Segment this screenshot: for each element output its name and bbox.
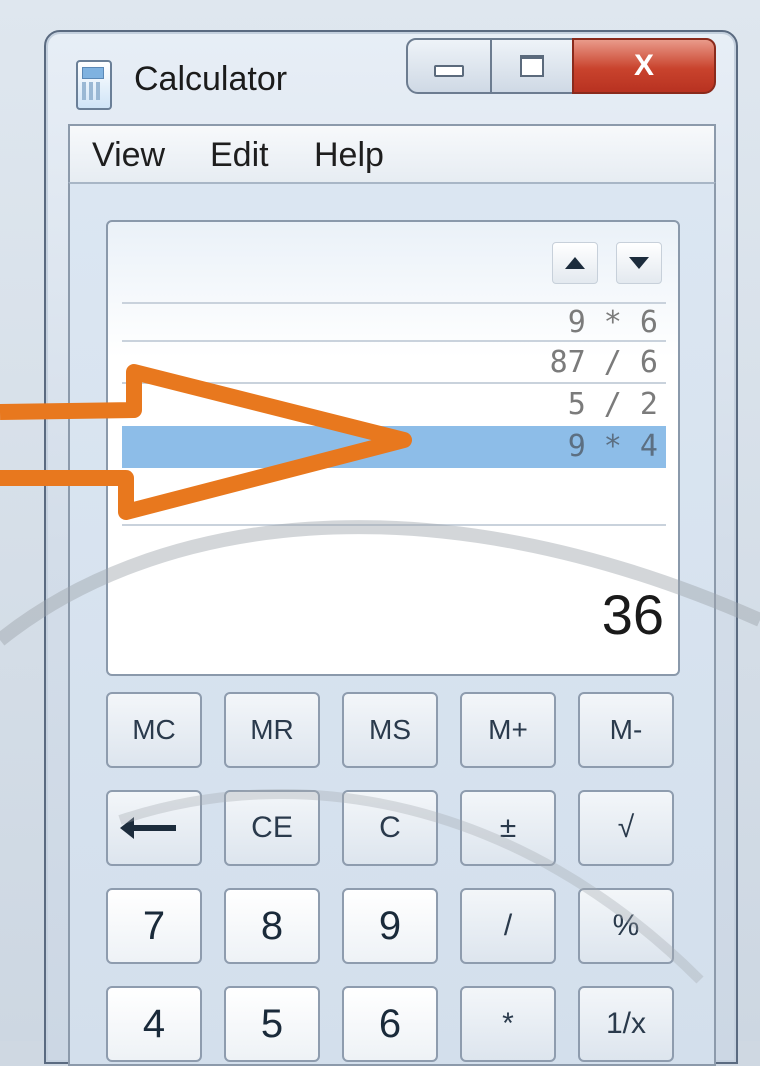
- menu-bar: View Edit Help: [68, 124, 716, 184]
- calculator-body: 9 * 6 87 / 6 5 / 2 9 * 4 36 MC MR MS M+ …: [68, 182, 716, 1066]
- result-value: 36: [601, 583, 664, 646]
- history-divider: [122, 524, 666, 526]
- multiply-button[interactable]: *: [460, 986, 556, 1062]
- reciprocal-button[interactable]: 1/x: [578, 986, 674, 1062]
- c-button[interactable]: C: [342, 790, 438, 866]
- sign-button[interactable]: ±: [460, 790, 556, 866]
- caption-buttons: X: [406, 32, 716, 94]
- menu-help[interactable]: Help: [314, 136, 384, 175]
- display-panel: 9 * 6 87 / 6 5 / 2 9 * 4 36: [106, 220, 680, 676]
- percent-button[interactable]: %: [578, 888, 674, 964]
- m-minus-button[interactable]: M-: [578, 692, 674, 768]
- digit-4-button[interactable]: 4: [106, 986, 202, 1062]
- maximize-button[interactable]: [490, 38, 574, 94]
- history-up-button[interactable]: [552, 242, 598, 284]
- maximize-icon: [520, 55, 544, 77]
- ce-button[interactable]: CE: [224, 790, 320, 866]
- history-row-selected[interactable]: 9 * 4: [122, 426, 666, 468]
- backspace-icon: [120, 817, 176, 839]
- digit-8-button[interactable]: 8: [224, 888, 320, 964]
- history-row[interactable]: 87 / 6: [122, 342, 666, 384]
- history-down-button[interactable]: [616, 242, 662, 284]
- digit-5-button[interactable]: 5: [224, 986, 320, 1062]
- ms-button[interactable]: MS: [342, 692, 438, 768]
- divide-button[interactable]: /: [460, 888, 556, 964]
- window-title: Calculator: [134, 60, 288, 98]
- menu-view[interactable]: View: [92, 136, 165, 175]
- digit-7-button[interactable]: 7: [106, 888, 202, 964]
- mc-button[interactable]: MC: [106, 692, 202, 768]
- history-row[interactable]: 5 / 2: [122, 384, 666, 426]
- minimize-button[interactable]: [406, 38, 492, 94]
- menu-edit[interactable]: Edit: [210, 136, 269, 175]
- calculator-icon: [76, 60, 112, 110]
- close-button[interactable]: X: [572, 38, 716, 94]
- sqrt-button[interactable]: √: [578, 790, 674, 866]
- calculator-window: Calculator X View Edit Help 9 * 6 87 / 6: [44, 30, 738, 1066]
- close-icon: X: [633, 49, 654, 82]
- digit-9-button[interactable]: 9: [342, 888, 438, 964]
- m-plus-button[interactable]: M+: [460, 692, 556, 768]
- history-up-icon: [565, 257, 585, 269]
- digit-6-button[interactable]: 6: [342, 986, 438, 1062]
- history-row[interactable]: 9 * 6: [122, 302, 666, 344]
- minimize-icon: [434, 65, 464, 77]
- history-down-icon: [629, 257, 649, 269]
- mr-button[interactable]: MR: [224, 692, 320, 768]
- backspace-button[interactable]: [106, 790, 202, 866]
